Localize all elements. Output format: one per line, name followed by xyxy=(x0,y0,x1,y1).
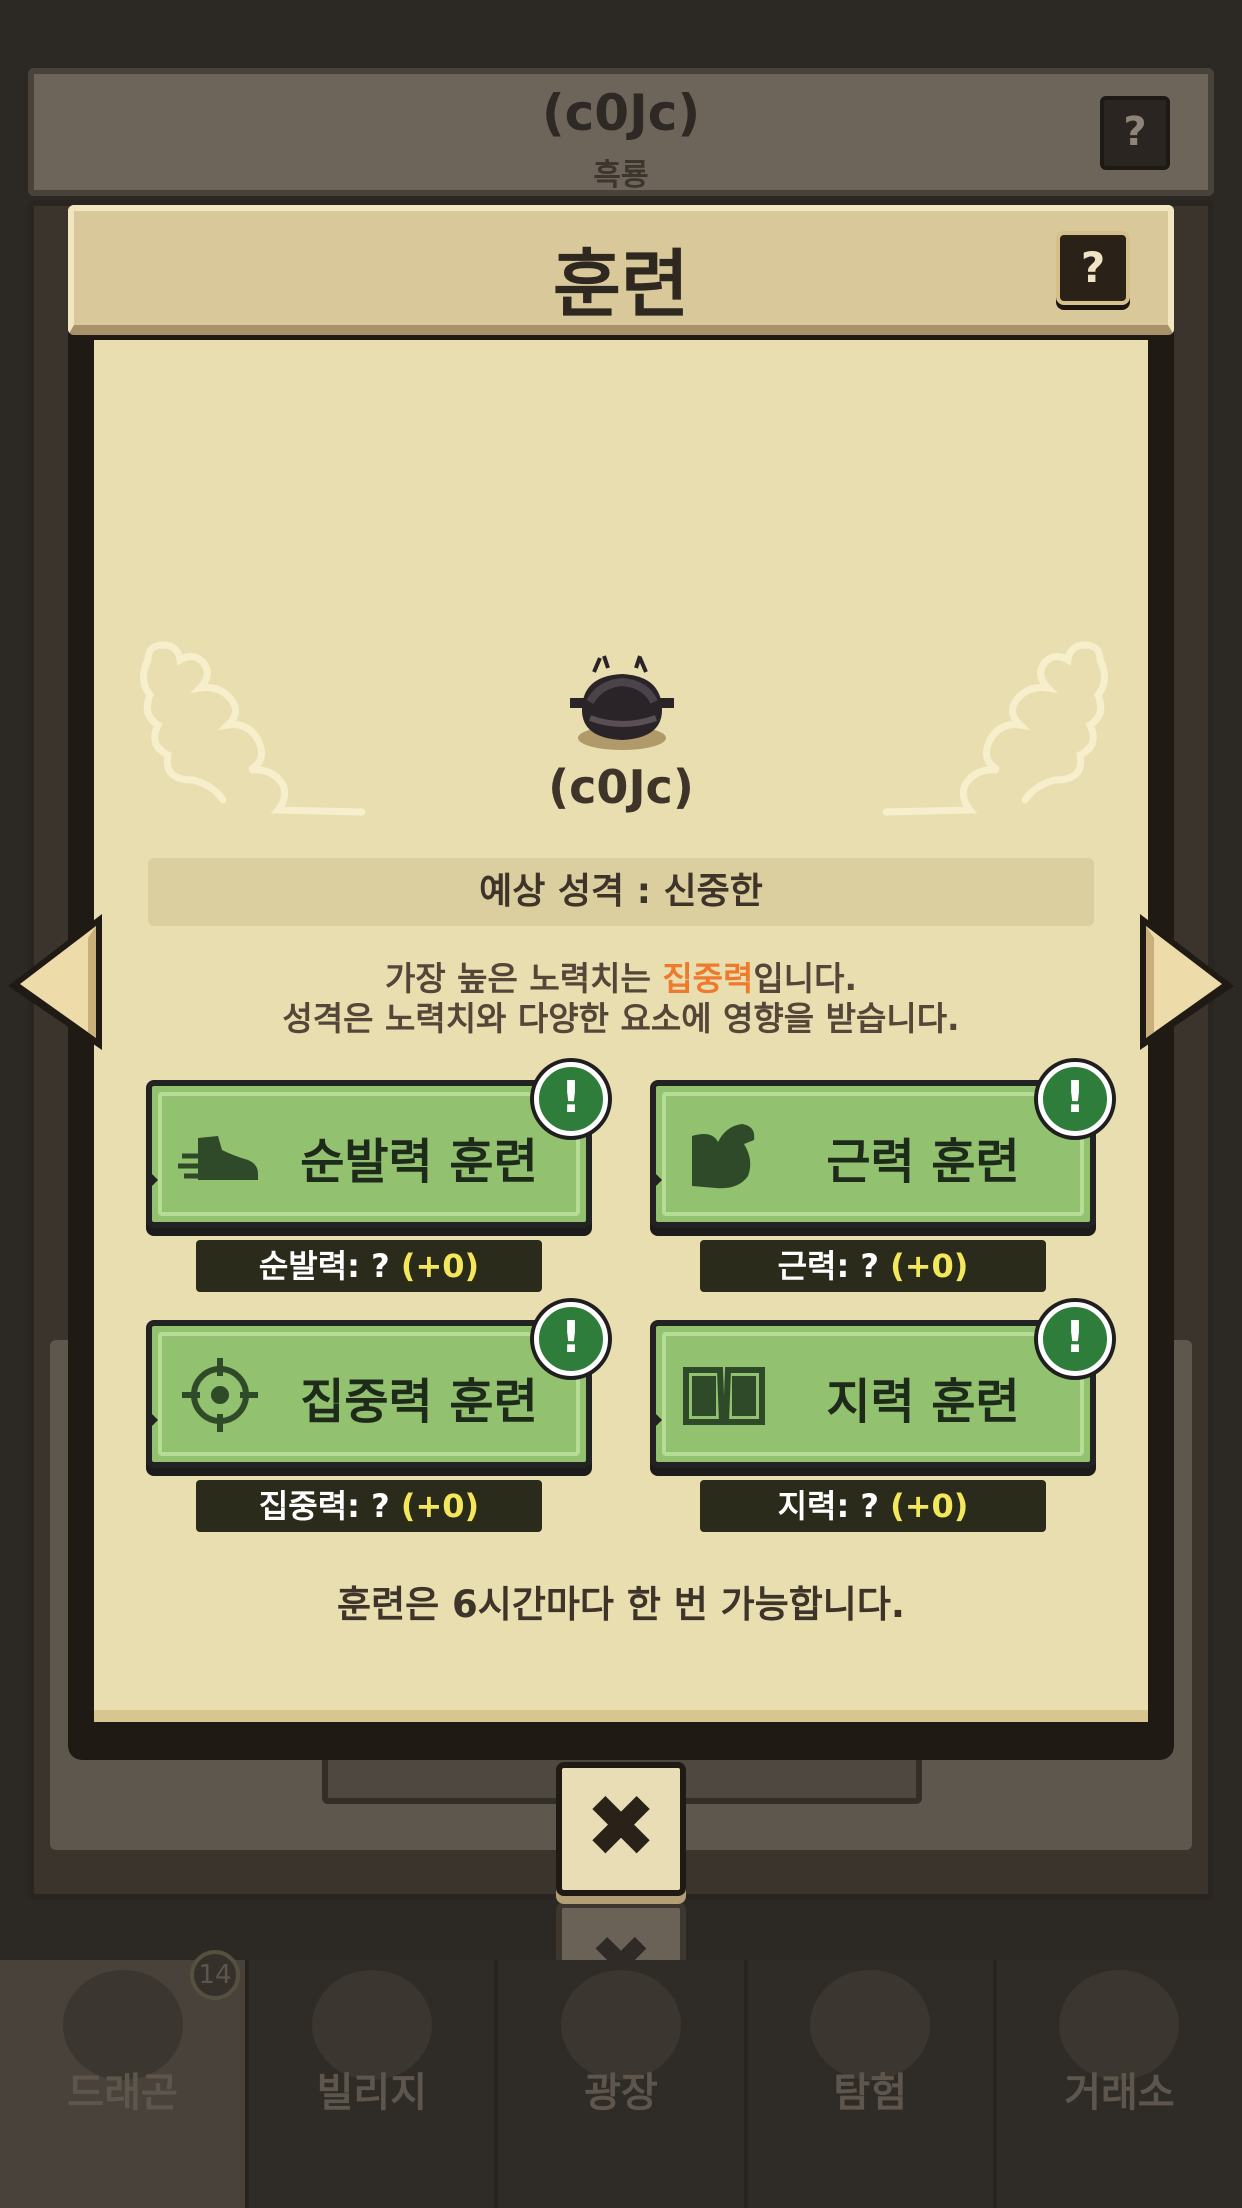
button-label: 지력 훈련 xyxy=(826,1374,1020,1430)
tab-badge: 14 xyxy=(190,1950,240,2000)
stat-label: 근력: ? xyxy=(777,1247,891,1285)
alert-icon: ! xyxy=(1038,1062,1112,1136)
expected-personality: 예상 성격 : 신중한 xyxy=(148,858,1094,926)
training-cooldown-note: 훈련은 6시간마다 한 번 가능합니다. xyxy=(337,1583,905,1626)
background-header: (c0Jc) 흑룡 ? xyxy=(28,68,1214,196)
stat-label: 집중력: ? xyxy=(258,1487,401,1525)
intellect-stat: 지력: ? (+0) xyxy=(700,1480,1046,1532)
focus-training-button[interactable]: 집중력 훈련 ! xyxy=(146,1302,608,1468)
agility-training-button[interactable]: 순발력 훈련 ! xyxy=(146,1062,608,1228)
bottom-tab-bar: 14 드래곤 빌리지 광장 탐험 거래소 xyxy=(0,1950,1242,2208)
tab-label: 드래곤 xyxy=(67,2070,178,2116)
modal-title-bar: 훈련 ? xyxy=(68,205,1174,335)
stat-gain: (+0) xyxy=(400,1247,480,1285)
tab-village: 빌리지 xyxy=(249,1960,499,2208)
strength-training-button[interactable]: 근력 훈련 ! xyxy=(650,1062,1112,1228)
agility-stat: 순발력: ? (+0) xyxy=(196,1240,542,1292)
tab-plaza: 광장 xyxy=(498,1960,748,2208)
tab-label: 탐험 xyxy=(833,2070,908,2116)
tab-label: 광장 xyxy=(584,2070,658,2116)
background-dragon-type: 흑룡 xyxy=(593,158,649,193)
stat-gain: (+0) xyxy=(890,1247,969,1285)
tab-label: 빌리지 xyxy=(316,2070,427,2116)
stat-gain: (+0) xyxy=(400,1487,480,1525)
creature-name: (c0Jc) xyxy=(548,760,694,814)
personality-note: 성격은 노력치와 다양한 요소에 영향을 받습니다. xyxy=(282,999,960,1038)
background-help-icon: ? xyxy=(1100,96,1170,170)
alert-icon: ! xyxy=(534,1302,608,1376)
button-notch xyxy=(650,1168,662,1192)
focus-stat: 집중력: ? (+0) xyxy=(196,1480,542,1532)
tab-exchange: 거래소 xyxy=(996,1960,1242,2208)
tab-label: 거래소 xyxy=(1064,2070,1175,2116)
strength-stat: 근력: ? (+0) xyxy=(700,1240,1046,1292)
button-label: 순발력 훈련 xyxy=(300,1134,538,1190)
dragon-egg-sprite xyxy=(570,655,674,750)
next-arrow-icon[interactable] xyxy=(1130,908,1240,1056)
tab-explore: 탐험 xyxy=(747,1960,997,2208)
background-dragon-name: (c0Jc) xyxy=(541,84,701,142)
intellect-training-button[interactable]: 지력 훈련 ! xyxy=(650,1302,1112,1468)
button-label: 근력 훈련 xyxy=(826,1134,1020,1190)
previous-arrow-icon[interactable] xyxy=(2,908,112,1056)
sneaker-icon xyxy=(178,1136,258,1180)
close-button[interactable]: ✖ xyxy=(556,1762,686,1896)
help-button[interactable]: ? xyxy=(1056,231,1130,305)
alert-icon: ! xyxy=(534,1062,608,1136)
button-notch xyxy=(146,1168,158,1192)
alert-icon: ! xyxy=(1038,1302,1112,1376)
modal-title: 훈련 xyxy=(552,242,690,328)
stat-label: 순발력: ? xyxy=(258,1247,401,1285)
tab-dragon: 14 드래곤 xyxy=(0,1950,250,2208)
button-label: 집중력 훈련 xyxy=(300,1374,538,1430)
button-notch xyxy=(650,1408,662,1432)
stat-gain: (+0) xyxy=(890,1487,969,1525)
muscle-arm-icon xyxy=(692,1124,755,1189)
button-notch xyxy=(146,1408,158,1432)
crosshair-icon xyxy=(182,1358,258,1432)
open-book-icon xyxy=(683,1367,765,1425)
stat-label: 지력: ? xyxy=(777,1487,891,1525)
